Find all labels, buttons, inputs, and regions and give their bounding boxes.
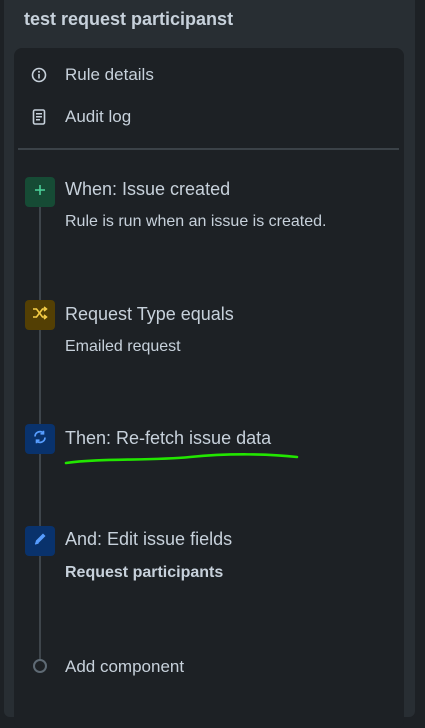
refresh-icon (32, 429, 48, 450)
divider (18, 148, 399, 150)
add-component-dot[interactable] (33, 659, 47, 673)
pencil-icon (33, 532, 47, 551)
add-component-button[interactable]: Add component (65, 657, 184, 677)
rule-title: test request participanst (24, 9, 234, 29)
info-icon (30, 66, 48, 84)
rule-panel (14, 48, 404, 728)
annotation-underline (64, 453, 299, 465)
shuffle-icon (32, 305, 48, 325)
step-title-refetch[interactable]: Then: Re-fetch issue data (65, 428, 271, 449)
condition-node[interactable] (25, 300, 55, 330)
action-node-edit[interactable] (25, 526, 55, 556)
nav-rule-details-label: Rule details (65, 65, 154, 84)
action-node-refetch[interactable] (25, 424, 55, 454)
step-desc-edit: Request participants (65, 564, 224, 581)
step-title-condition[interactable]: Request Type equals (65, 304, 234, 325)
trigger-node[interactable] (25, 177, 55, 207)
plus-icon (34, 183, 46, 201)
step-desc-condition: Emailed request (65, 338, 181, 355)
step-desc-trigger: Rule is run when an issue is created. (65, 213, 327, 230)
step-title-trigger[interactable]: When: Issue created (65, 179, 230, 200)
document-icon (30, 108, 48, 126)
nav-rule-details[interactable]: Rule details (18, 61, 378, 89)
nav-audit-log[interactable]: Audit log (18, 103, 378, 131)
nav-audit-log-label: Audit log (65, 107, 132, 126)
step-title-edit[interactable]: And: Edit issue fields (65, 529, 232, 550)
